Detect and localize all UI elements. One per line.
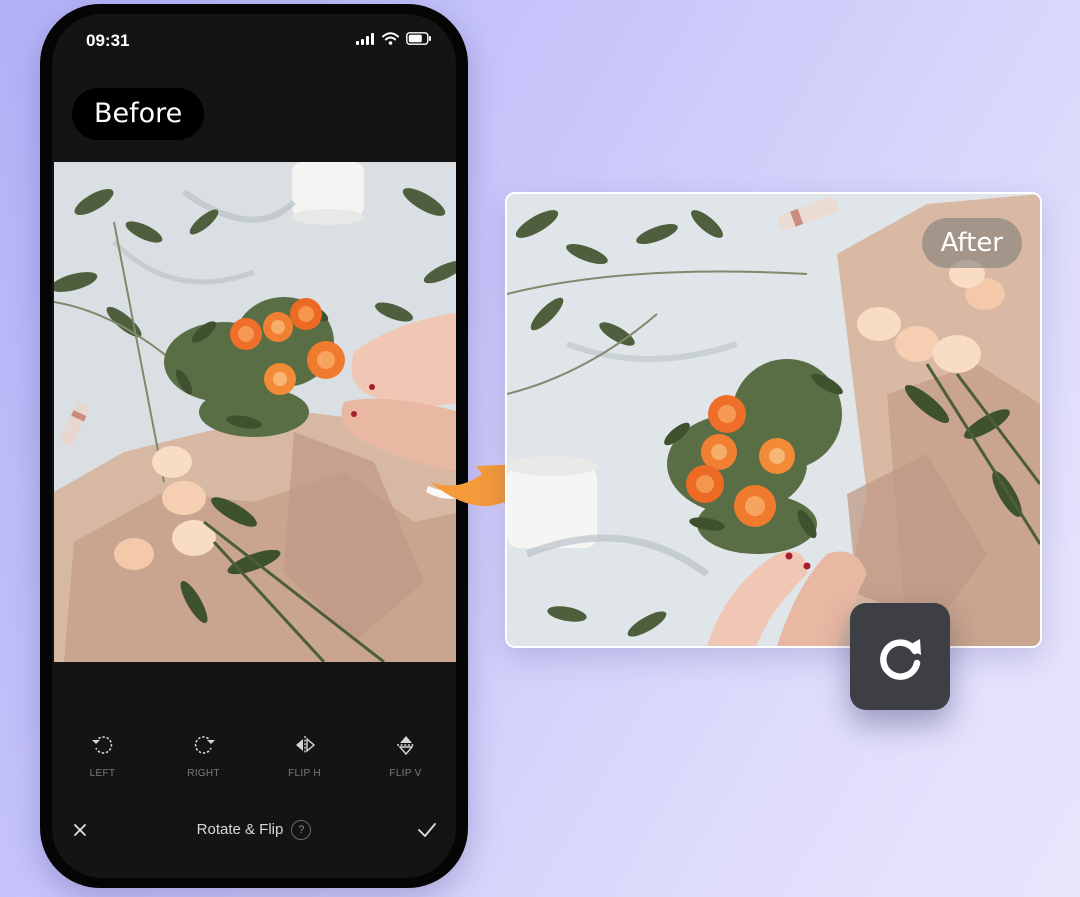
rotate-right-icon — [194, 736, 215, 754]
tool-rotate-right[interactable]: RIGHT — [153, 732, 254, 779]
status-time: 09:31 — [86, 31, 130, 50]
tool-flip-vertical[interactable]: FLIP V — [355, 732, 456, 779]
flip-vertical-icon — [396, 736, 415, 756]
flip-horizontal-icon — [295, 736, 315, 754]
before-photo — [54, 162, 456, 662]
rotate-left-icon — [91, 736, 112, 754]
after-label: After — [921, 218, 1022, 268]
rotate-flip-title: Rotate & Flip — [196, 821, 284, 838]
battery-icon — [406, 32, 431, 45]
phone-screen: 09:31 Before LEFT RIGHT FLIP H FLIP V Ro… — [52, 14, 456, 878]
before-photo-illustration — [54, 162, 456, 662]
tool-label: RIGHT — [187, 768, 220, 779]
after-photo-card: After — [505, 192, 1042, 648]
bottom-bar: Rotate & Flip? — [52, 814, 456, 846]
tool-label: LEFT — [89, 768, 116, 779]
help-icon[interactable]: ? — [291, 820, 312, 840]
rotate-clockwise-icon — [880, 638, 921, 680]
rotate-flip-tools: LEFT RIGHT FLIP H FLIP V — [52, 732, 456, 779]
bottom-bar-title: Rotate & Flip? — [52, 820, 456, 840]
tool-rotate-left[interactable]: LEFT — [52, 732, 153, 779]
tool-flip-horizontal[interactable]: FLIP H — [254, 732, 355, 779]
phone-mockup: 09:31 Before LEFT RIGHT FLIP H FLIP V Ro… — [40, 4, 468, 888]
signal-icon — [356, 32, 374, 45]
status-icons — [356, 32, 432, 45]
check-icon[interactable] — [416, 820, 438, 840]
wifi-icon — [382, 32, 399, 45]
tool-label: FLIP H — [288, 768, 321, 779]
tool-label: FLIP V — [389, 768, 422, 779]
before-label: Before — [72, 88, 205, 140]
rotate-button[interactable] — [850, 603, 950, 710]
